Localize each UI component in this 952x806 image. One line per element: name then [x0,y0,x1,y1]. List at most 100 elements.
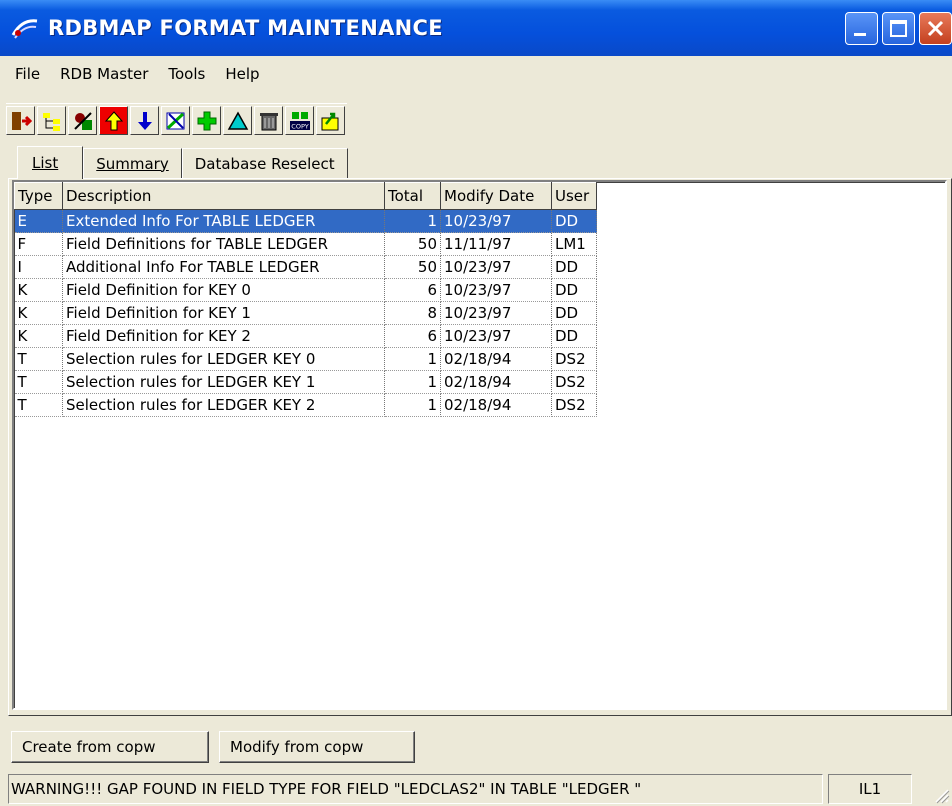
cell-description: Field Definition for KEY 0 [62,278,385,302]
title-bar[interactable]: RDBMAP FORMAT MAINTENANCE [0,0,952,56]
cell-total: 50 [384,232,441,256]
exit-icon [11,111,32,130]
status-code: IL1 [828,774,912,804]
trash-button[interactable] [254,106,283,135]
table-row[interactable]: T Selection rules for LEDGER KEY 2 1 02/18/… [14,393,597,417]
export-icon [321,112,338,130]
cell-user: DD [551,301,597,325]
modify-from-copw-button[interactable]: Modify from copw [219,731,415,763]
table-row[interactable]: K Field Definition for KEY 0 6 10/23/97 DD [14,278,597,302]
cell-type: K [14,278,63,302]
cell-type: K [14,301,63,325]
menu-bar: File RDB Master Tools Help [0,56,952,92]
add-button[interactable] [192,106,221,135]
edit-icon [166,112,184,129]
wizard-button[interactable] [68,106,97,135]
minimize-button[interactable] [845,12,878,45]
create-from-copw-button[interactable]: Create from copw [11,731,209,763]
cell-modify-date: 10/23/97 [440,255,552,279]
status-message: WARNING!!! GAP FOUND IN FIELD TYPE FOR F… [8,774,823,804]
cell-user: DD [551,209,597,233]
cell-description: Extended Info For TABLE LEDGER [62,209,385,233]
maximize-icon [890,20,907,37]
close-button[interactable] [919,12,952,45]
tree-icon [42,112,60,131]
cell-total: 6 [384,278,441,302]
tab-summary[interactable]: Summary [83,148,182,178]
triangle-button[interactable] [223,106,252,135]
cell-type: T [14,370,63,394]
tab-strip: List Summary Database Reselect [17,146,348,179]
cell-description: Additional Info For TABLE LEDGER [62,255,385,279]
column-header-total[interactable]: Total [384,182,441,210]
move-up-button[interactable] [99,106,128,135]
triangle-icon [227,110,248,130]
cell-total: 1 [384,370,441,394]
cell-description: Selection rules for LEDGER KEY 2 [62,393,385,417]
close-icon [927,20,944,37]
cell-modify-date: 10/23/97 [440,324,552,348]
column-header-modify-date[interactable]: Modify Date [440,182,552,210]
cell-modify-date: 10/23/97 [440,278,552,302]
cell-type: T [14,347,63,371]
cell-modify-date: 10/23/97 [440,209,552,233]
cell-description: Field Definition for KEY 1 [62,301,385,325]
cell-type: F [14,232,63,256]
cell-user: DS2 [551,347,597,371]
cell-type: I [14,255,63,279]
move-up-icon [104,110,123,130]
table-row[interactable]: E Extended Info For TABLE LEDGER 1 10/23/97… [14,209,597,233]
format-table: Type Description Total Modify Date User … [14,182,597,417]
move-down-icon [137,111,152,130]
table-row[interactable]: K Field Definition for KEY 1 8 10/23/97 DD [14,301,597,325]
cell-user: DS2 [551,370,597,394]
column-header-description[interactable]: Description [62,182,385,210]
tab-list[interactable]: List [17,146,84,179]
table-row[interactable]: T Selection rules for LEDGER KEY 0 1 02/18/… [14,347,597,371]
cell-user: DS2 [551,393,597,417]
resize-grip-icon[interactable] [928,782,950,804]
app-icon [10,13,40,43]
maximize-button[interactable] [882,12,915,45]
tab-database-reselect-label: Database Reselect [194,154,335,173]
tree-button[interactable] [37,106,66,135]
cell-modify-date: 02/18/94 [440,393,552,417]
table-row[interactable]: K Field Definition for KEY 2 6 10/23/97 DD [14,324,597,348]
column-header-type[interactable]: Type [14,182,63,210]
cell-type: K [14,324,63,348]
tab-database-reselect[interactable]: Database Reselect [181,148,348,178]
minimize-icon [854,33,866,36]
exit-button[interactable] [6,106,35,135]
cell-description: Field Definition for KEY 2 [62,324,385,348]
copy-button[interactable]: COPY [285,106,314,135]
menu-help[interactable]: Help [215,56,269,92]
cell-modify-date: 10/23/97 [440,301,552,325]
table-row[interactable]: T Selection rules for LEDGER KEY 1 1 02/18/… [14,370,597,394]
menu-file[interactable]: File [5,56,50,92]
create-from-copw-label: Create from copw [22,738,156,756]
cell-description: Selection rules for LEDGER KEY 0 [62,347,385,371]
svg-text:COPY: COPY [291,122,308,130]
table-row[interactable]: I Additional Info For TABLE LEDGER 50 10/23… [14,255,597,279]
cell-modify-date: 02/18/94 [440,370,552,394]
export-button[interactable] [316,106,345,135]
cell-user: DD [551,324,597,348]
table-header-row: Type Description Total Modify Date User [14,182,597,210]
menu-rdb-master[interactable]: RDB Master [50,56,158,92]
edit-button[interactable] [161,106,190,135]
cell-type: T [14,393,63,417]
status-bar: WARNING!!! GAP FOUND IN FIELD TYPE FOR F… [0,772,952,806]
trash-icon [259,112,278,130]
toolbar: COPY [6,103,347,137]
table-row[interactable]: F Field Definitions for TABLE LEDGER 50 11/… [14,232,597,256]
cell-total: 6 [384,324,441,348]
cell-description: Selection rules for LEDGER KEY 1 [62,370,385,394]
format-list[interactable]: Type Description Total Modify Date User … [12,180,947,710]
menu-tools[interactable]: Tools [158,56,215,92]
modify-from-copw-label: Modify from copw [230,738,364,756]
cell-user: DD [551,278,597,302]
column-header-user[interactable]: User [551,182,597,210]
cell-total: 1 [384,393,441,417]
move-down-button[interactable] [130,106,159,135]
tab-list-label: List [32,154,59,172]
